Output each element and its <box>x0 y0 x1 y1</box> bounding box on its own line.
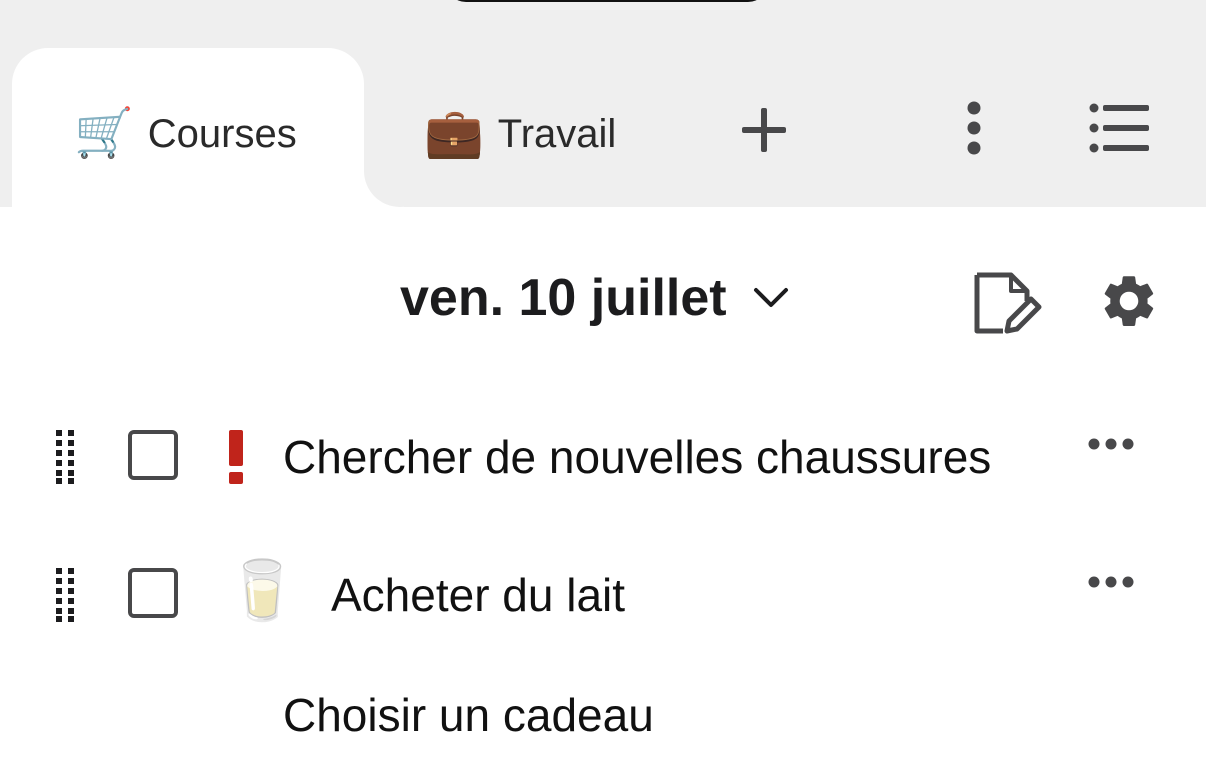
more-options-button[interactable] <box>948 96 1000 160</box>
plus-icon <box>742 108 786 152</box>
task-label[interactable]: Choisir un cadeau <box>283 688 654 742</box>
lists-overview-button[interactable] <box>1084 96 1156 160</box>
drag-handle-icon[interactable] <box>52 566 80 624</box>
task-row: Chercher de nouvelles chaussures <box>0 406 1206 506</box>
tab-courses-label: Courses <box>147 111 297 156</box>
horizontal-dots-icon <box>1088 576 1134 588</box>
task-row: 🥛 Acheter du lait <box>0 544 1206 644</box>
task-more-button[interactable] <box>1086 574 1142 614</box>
gear-icon <box>1104 276 1154 327</box>
date-selector[interactable]: ven. 10 juillet <box>400 262 789 334</box>
drag-handle-icon[interactable] <box>52 428 80 486</box>
task-checkbox[interactable] <box>128 430 178 480</box>
device-notch <box>446 0 768 2</box>
task-label[interactable]: Chercher de nouvelles chaussures <box>283 430 991 484</box>
edit-note-icon <box>974 272 1042 334</box>
tab-travail[interactable]: 💼 Travail <box>424 104 616 164</box>
task-row: Choisir un cadeau <box>0 682 1206 782</box>
chevron-down-icon <box>753 288 788 307</box>
horizontal-dots-icon <box>1088 438 1134 450</box>
active-tab-curve <box>364 171 404 207</box>
briefcase-icon: 💼 <box>424 107 484 160</box>
priority-exclamation-icon <box>226 430 246 484</box>
tab-courses[interactable]: 🛒 Courses <box>74 104 297 164</box>
date-label: ven. 10 juillet <box>400 269 727 327</box>
task-label[interactable]: Acheter du lait <box>331 568 625 622</box>
vertical-dots-icon <box>967 101 981 155</box>
task-more-button[interactable] <box>1086 436 1142 476</box>
tab-travail-label: Travail <box>497 111 617 156</box>
edit-button[interactable] <box>970 268 1046 338</box>
milk-glass-icon: 🥛 <box>226 558 299 623</box>
list-icon <box>1089 103 1149 153</box>
add-list-button[interactable] <box>734 100 794 160</box>
tab-bar: 🛒 Courses 💼 Travail <box>0 0 1206 218</box>
settings-button[interactable] <box>1094 266 1164 336</box>
task-checkbox[interactable] <box>128 568 178 618</box>
shopping-cart-icon: 🛒 <box>74 107 134 160</box>
